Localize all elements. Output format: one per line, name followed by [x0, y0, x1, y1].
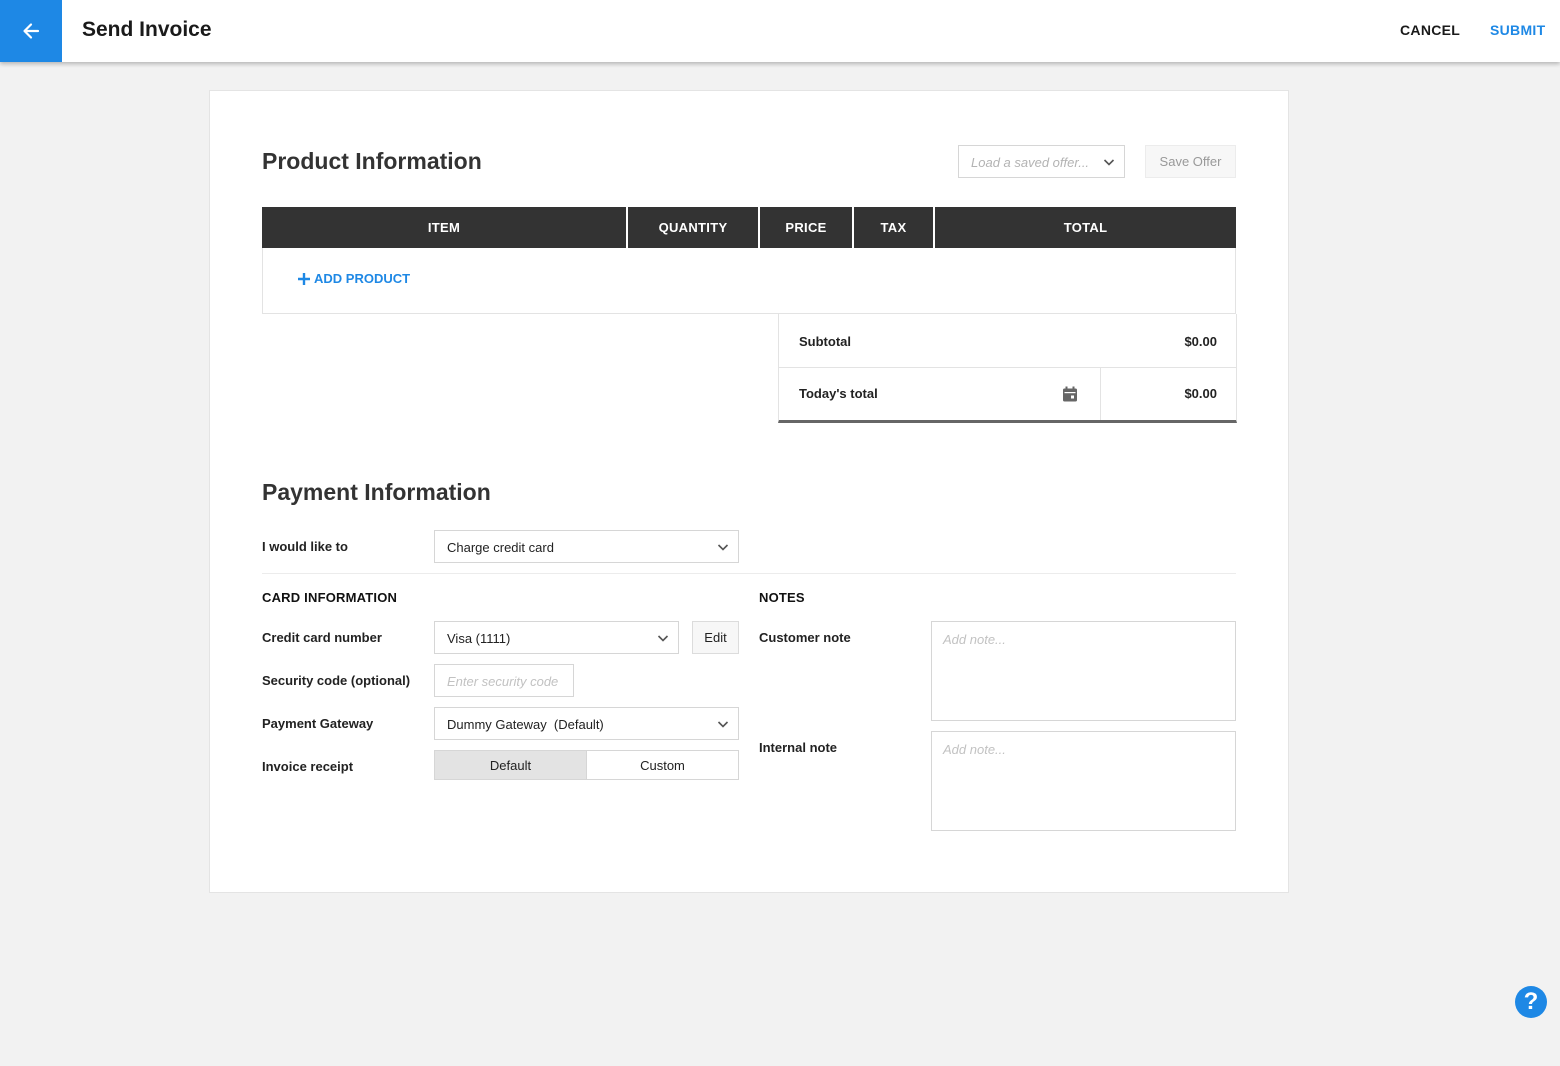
- cancel-button[interactable]: CANCEL: [1400, 22, 1460, 38]
- chevron-down-icon: [717, 544, 729, 551]
- chevron-down-icon: [1103, 159, 1115, 166]
- payment-gateway-label: Payment Gateway: [262, 716, 374, 731]
- help-button[interactable]: ?: [1515, 986, 1547, 1018]
- totals-divider: [1100, 368, 1101, 420]
- card-number-value: Visa (1111): [447, 631, 511, 646]
- card-number-select[interactable]: Visa (1111): [434, 621, 679, 654]
- receipt-option-default[interactable]: Default: [435, 751, 587, 779]
- saved-offer-select[interactable]: Load a saved offer...: [958, 145, 1125, 178]
- saved-offer-placeholder: Load a saved offer...: [971, 155, 1090, 170]
- subtotal-value: $0.00: [1184, 334, 1217, 349]
- payment-action-select[interactable]: Charge credit card: [434, 530, 739, 563]
- invoice-receipt-toggle: Default Custom: [434, 750, 739, 780]
- top-bar: Send Invoice CANCEL SUBMIT: [0, 0, 1560, 62]
- arrow-left-icon: [23, 23, 40, 39]
- chevron-down-icon: [657, 635, 669, 642]
- calendar-icon[interactable]: [1061, 385, 1079, 403]
- subtotal-row: Subtotal $0.00: [779, 314, 1236, 368]
- submit-button[interactable]: SUBMIT: [1490, 22, 1545, 38]
- totals-panel: Subtotal $0.00 Today's total $0.00: [778, 314, 1237, 423]
- customer-note-label: Customer note: [759, 630, 851, 645]
- column-header-quantity: QUANTITY: [628, 207, 760, 248]
- payment-action-value: Charge credit card: [447, 540, 554, 555]
- payment-info-title: Payment Information: [262, 479, 491, 505]
- plus-icon: [298, 272, 310, 285]
- security-code-label: Security code (optional): [262, 673, 411, 688]
- action-label: I would like to: [262, 539, 348, 554]
- card-number-label: Credit card number: [262, 630, 382, 645]
- internal-note-label: Internal note: [759, 740, 838, 755]
- back-button[interactable]: [0, 0, 62, 62]
- add-product-button[interactable]: ADD PRODUCT: [297, 271, 410, 286]
- chevron-down-icon: [717, 721, 729, 728]
- edit-card-button[interactable]: Edit: [692, 621, 739, 654]
- subtotal-label: Subtotal: [799, 334, 851, 349]
- todays-total-value: $0.00: [1184, 386, 1217, 401]
- column-header-item: ITEM: [262, 207, 628, 248]
- notes-heading: NOTES: [759, 590, 805, 605]
- product-table-body: ADD PRODUCT: [262, 248, 1236, 314]
- invoice-receipt-label: Invoice receipt: [262, 759, 354, 774]
- internal-note-textarea[interactable]: Add note...: [931, 731, 1236, 831]
- payment-gateway-select[interactable]: Dummy Gateway (Default): [434, 707, 739, 740]
- card-information-heading: CARD INFORMATION: [262, 590, 398, 605]
- add-product-label: ADD PRODUCT: [314, 271, 411, 286]
- section-divider: [262, 573, 1236, 574]
- product-info-title: Product Information: [262, 148, 482, 174]
- save-offer-button[interactable]: Save Offer: [1145, 145, 1236, 178]
- column-header-total: TOTAL: [1063, 220, 1108, 235]
- product-table-header: ITEM QUANTITY PRICE TAX TOTAL: [262, 207, 1236, 248]
- invoice-card: Product Information Load a saved offer..…: [209, 90, 1289, 893]
- todays-total-label: Today's total: [799, 386, 878, 401]
- customer-note-textarea[interactable]: Add note...: [931, 621, 1236, 721]
- column-header-price: PRICE: [760, 207, 854, 248]
- receipt-option-custom[interactable]: Custom: [587, 751, 738, 779]
- page-title: Send Invoice: [82, 18, 212, 41]
- column-header-tax: TAX: [854, 207, 935, 248]
- question-icon: ?: [1523, 988, 1539, 1015]
- security-code-input[interactable]: Enter security code: [434, 664, 574, 697]
- payment-gateway-value: Dummy Gateway (Default): [447, 717, 604, 732]
